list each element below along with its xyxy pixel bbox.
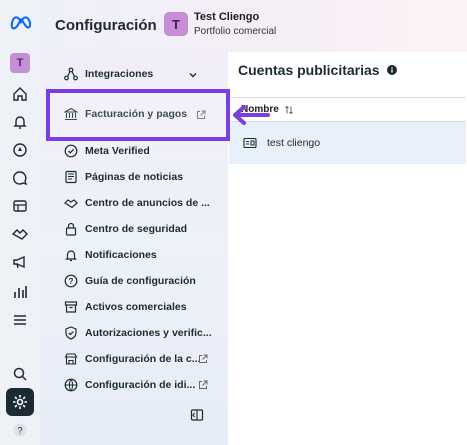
- bar-chart-icon[interactable]: [6, 278, 34, 306]
- pages-icon[interactable]: [6, 192, 34, 220]
- menu-item-setup-guide[interactable]: ? Guía de configuración: [64, 271, 196, 291]
- svg-text:?: ?: [17, 426, 22, 436]
- menu-item-label: Configuración de la c...: [85, 353, 201, 365]
- menu-item-label: Guía de configuración: [85, 275, 196, 287]
- chat-bubble-icon[interactable]: [6, 164, 34, 192]
- collapse-sidebar-icon[interactable]: [190, 408, 204, 422]
- menu-item-security-center[interactable]: Centro de seguridad: [64, 219, 187, 239]
- left-rail: T ?: [0, 0, 40, 445]
- menu-item-authorizations[interactable]: Autorizaciones y verific...: [64, 323, 212, 343]
- ad-account-name: test cliengo: [267, 137, 321, 149]
- question-icon: ?: [64, 274, 78, 288]
- business-avatar[interactable]: T: [164, 12, 188, 36]
- menu-item-language-settings[interactable]: Configuración de idi...: [64, 375, 195, 395]
- bell-icon[interactable]: [6, 108, 34, 136]
- menu-lines-icon[interactable]: [6, 306, 34, 334]
- chevron-down-icon[interactable]: [188, 70, 198, 80]
- compass-icon[interactable]: [6, 136, 34, 164]
- store-icon: [64, 352, 78, 366]
- search-icon[interactable]: [6, 360, 34, 388]
- menu-item-label: Activos comerciales: [85, 301, 187, 313]
- menu-item-business-assets[interactable]: Activos comerciales: [64, 297, 187, 317]
- archive-box-icon: [64, 300, 78, 314]
- shield-check-icon: [64, 326, 78, 340]
- main-title-text: Cuentas publicitarias: [238, 62, 380, 78]
- menu-item-label: Páginas de noticias: [85, 171, 184, 183]
- svg-text:?: ?: [69, 277, 74, 286]
- menu-item-notifications[interactable]: Notificaciones: [64, 245, 157, 265]
- page-title: Configuración: [55, 17, 157, 34]
- verified-badge-icon: [64, 144, 78, 158]
- menu-item-ads-center[interactable]: Centro de anuncios de ...: [64, 193, 210, 213]
- globe-icon: [64, 378, 78, 392]
- menu-item-label: Centro de anuncios de ...: [85, 197, 210, 209]
- menu-item-label: Autorizaciones y verific...: [85, 327, 212, 339]
- integrations-icon: [64, 67, 78, 81]
- menu-item-label: Meta Verified: [85, 145, 150, 157]
- external-link-icon: [199, 380, 208, 389]
- gear-icon[interactable]: [6, 388, 34, 416]
- business-portfolio-label: Portfolio comercial: [194, 26, 277, 37]
- newspaper-icon: [64, 170, 78, 184]
- business-name[interactable]: Test Cliengo: [194, 11, 259, 23]
- bell-icon: [64, 248, 78, 262]
- external-link-icon: [199, 354, 208, 363]
- ad-accounts-table: Nombre test cliengo: [229, 97, 466, 445]
- menu-item-label: Notificaciones: [85, 249, 157, 261]
- help-icon[interactable]: ?: [6, 416, 34, 444]
- meta-logo-icon[interactable]: [6, 8, 34, 36]
- info-icon[interactable]: [386, 65, 397, 75]
- menu-item-label: Integraciones: [85, 68, 154, 80]
- handshake-icon: [64, 196, 78, 210]
- megaphone-icon[interactable]: [6, 248, 34, 276]
- table-row[interactable]: test cliengo: [229, 122, 466, 164]
- lock-icon: [64, 222, 78, 236]
- main-title: Cuentas publicitarias: [238, 62, 397, 78]
- arrow-left-icon: [233, 105, 270, 125]
- handshake-icon[interactable]: [6, 220, 34, 248]
- menu-item-meta-verified[interactable]: Meta Verified: [64, 141, 150, 161]
- menu-item-store-settings[interactable]: Configuración de la c...: [64, 349, 201, 369]
- account-avatar[interactable]: T: [10, 53, 30, 73]
- top-header: Configuración T Test Cliengo Portfolio c…: [40, 0, 467, 52]
- menu-item-label: Configuración de idi...: [85, 379, 196, 391]
- home-icon[interactable]: [6, 80, 34, 108]
- menu-item-label: Centro de seguridad: [85, 223, 188, 235]
- menu-item-integrations[interactable]: Integraciones: [64, 64, 153, 84]
- ad-account-icon: [243, 137, 257, 149]
- sort-icon[interactable]: [284, 105, 294, 115]
- menu-item-news-pages[interactable]: Páginas de noticias: [64, 167, 183, 187]
- highlight-box: [46, 89, 230, 141]
